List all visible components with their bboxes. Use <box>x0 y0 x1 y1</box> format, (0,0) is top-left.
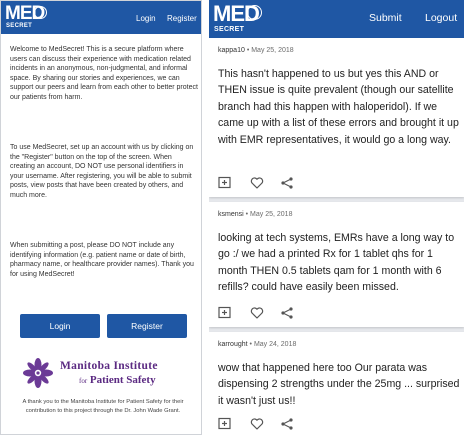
partner-name-line1: Manitoba Institute <box>60 360 158 372</box>
post-actions <box>218 176 308 192</box>
post-card[interactable]: ksmensi • May 25, 2018 looking at tech s… <box>209 202 464 327</box>
post-date: May 24, 2018 <box>253 341 297 348</box>
post-actions <box>218 417 308 433</box>
register-button[interactable]: Register <box>107 314 187 338</box>
post-date: May 25, 2018 <box>251 47 294 54</box>
partner-name-for: for <box>79 377 88 385</box>
intro-paragraph-3: When submitting a post, please DO NOT in… <box>10 242 194 278</box>
partner-name-line2-text: Patient Safety <box>89 374 156 386</box>
post-body: wow that happened here too Our parata wa… <box>218 362 460 407</box>
intro-paragraph-1: Welcome to MedSecret! This is a secure p… <box>10 46 198 101</box>
acknowledgement-text: A thank you to the Manitoba Institute fo… <box>22 399 184 414</box>
post-card[interactable]: kappa10 • May 25, 2018 This hasn't happe… <box>209 38 464 197</box>
share-icon[interactable] <box>280 176 294 190</box>
flower-icon <box>23 358 53 388</box>
logo-sub-text: SECRET <box>6 23 33 29</box>
post-body: This hasn't happened to us but yes this … <box>218 68 459 146</box>
intro-paragraph-2: To use MedSecret, set up an account with… <box>10 144 194 199</box>
post-body: looking at tech systems, EMRs have a lon… <box>218 232 455 294</box>
right-screen-feed: MED SECRET Submit Logout kappa10 • May 2… <box>209 0 464 435</box>
register-link[interactable]: Register <box>167 14 197 23</box>
speech-bubble-icon <box>247 5 262 20</box>
add-comment-icon[interactable] <box>218 306 232 320</box>
post-username[interactable]: kappa10 <box>218 47 245 54</box>
share-icon[interactable] <box>280 306 294 320</box>
meta-separator: • <box>245 211 249 218</box>
post-meta: karrought • May 24, 2018 <box>218 341 296 348</box>
meta-separator: • <box>249 341 252 348</box>
logo-sub-text: SECRET <box>214 26 245 33</box>
post-meta: ksmensi • May 25, 2018 <box>218 211 292 218</box>
share-icon[interactable] <box>280 417 294 431</box>
login-link[interactable]: Login <box>136 14 156 23</box>
left-screen-welcome: MED SECRET Login Register Welcome to Med… <box>0 0 202 435</box>
post-card[interactable]: karrought • May 24, 2018 wow that happen… <box>209 332 464 435</box>
add-comment-icon[interactable] <box>218 417 232 431</box>
post-username[interactable]: karrought <box>218 341 248 348</box>
app-bar: MED SECRET Submit Logout <box>209 0 464 38</box>
speech-bubble-icon <box>34 6 47 19</box>
heart-icon[interactable] <box>250 417 264 431</box>
medsecret-logo[interactable]: MED SECRET <box>5 4 49 32</box>
post-date: May 25, 2018 <box>250 211 293 218</box>
post-actions <box>218 306 308 322</box>
heart-icon[interactable] <box>250 306 264 320</box>
partner-logo: Manitoba Institute for Patient Safety <box>23 356 188 392</box>
logout-link[interactable]: Logout <box>425 12 457 24</box>
post-meta: kappa10 • May 25, 2018 <box>218 47 294 54</box>
app-bar: MED SECRET Login Register <box>1 1 201 34</box>
meta-separator: • <box>246 47 250 54</box>
post-username[interactable]: ksmensi <box>218 211 244 218</box>
medsecret-logo[interactable]: MED SECRET <box>213 3 265 35</box>
heart-icon[interactable] <box>250 176 264 190</box>
login-button[interactable]: Login <box>20 314 100 338</box>
submit-link[interactable]: Submit <box>369 12 402 24</box>
partner-name-line2: for Patient Safety <box>79 374 156 386</box>
add-comment-icon[interactable] <box>218 176 232 190</box>
